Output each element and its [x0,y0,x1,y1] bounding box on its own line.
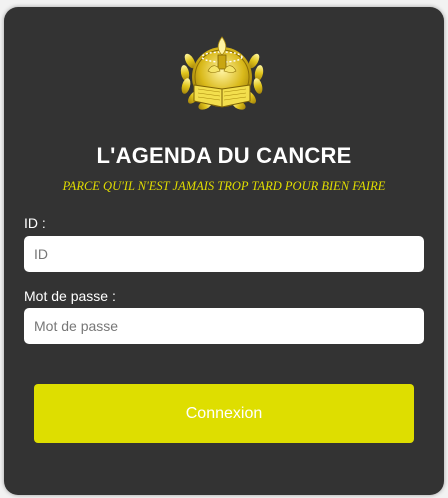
tagline: PARCE QU'IL N'EST JAMAIS TROP TARD POUR … [62,179,386,193]
connexion-button[interactable]: Connexion [34,384,414,443]
id-label: ID : [24,215,46,231]
password-field[interactable] [24,308,424,344]
gold-torch-book-laurel-emblem-icon [180,36,264,110]
id-field[interactable] [24,236,424,272]
password-label: Mot de passe : [24,288,116,304]
login-card: L'AGENDA DU CANCRE PARCE QU'IL N'EST JAM… [4,7,444,495]
page-title: L'AGENDA DU CANCRE [96,143,352,168]
